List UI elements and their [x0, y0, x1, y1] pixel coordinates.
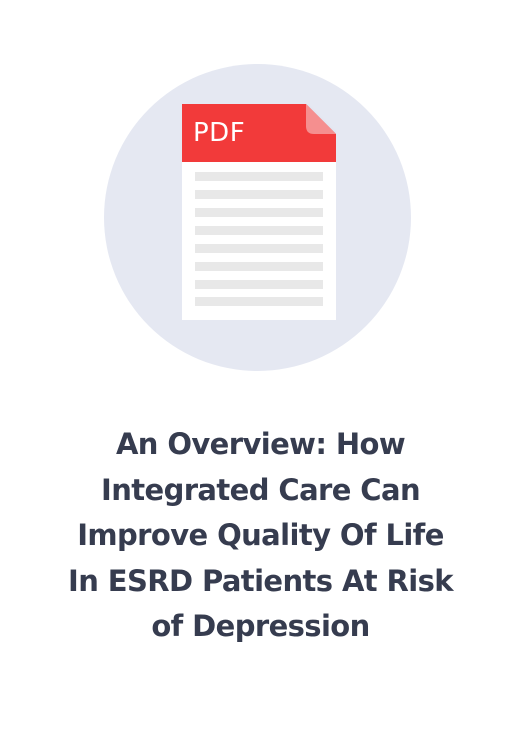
document-title[interactable]: An Overview: How Integrated Care Can Imp…: [30, 422, 491, 650]
document-card[interactable]: PDF An Overview: How Integrated Care Can…: [0, 0, 521, 743]
title-line: Improve Quality Of Life: [77, 518, 444, 552]
title-line: An Overview: How: [115, 427, 406, 461]
title-line: Integrated Care Can: [101, 472, 421, 507]
title-line: In ESRD Patients At Risk: [68, 563, 454, 598]
title-line: of Depression: [151, 609, 370, 643]
pdf-badge-label: PDF: [193, 118, 246, 148]
